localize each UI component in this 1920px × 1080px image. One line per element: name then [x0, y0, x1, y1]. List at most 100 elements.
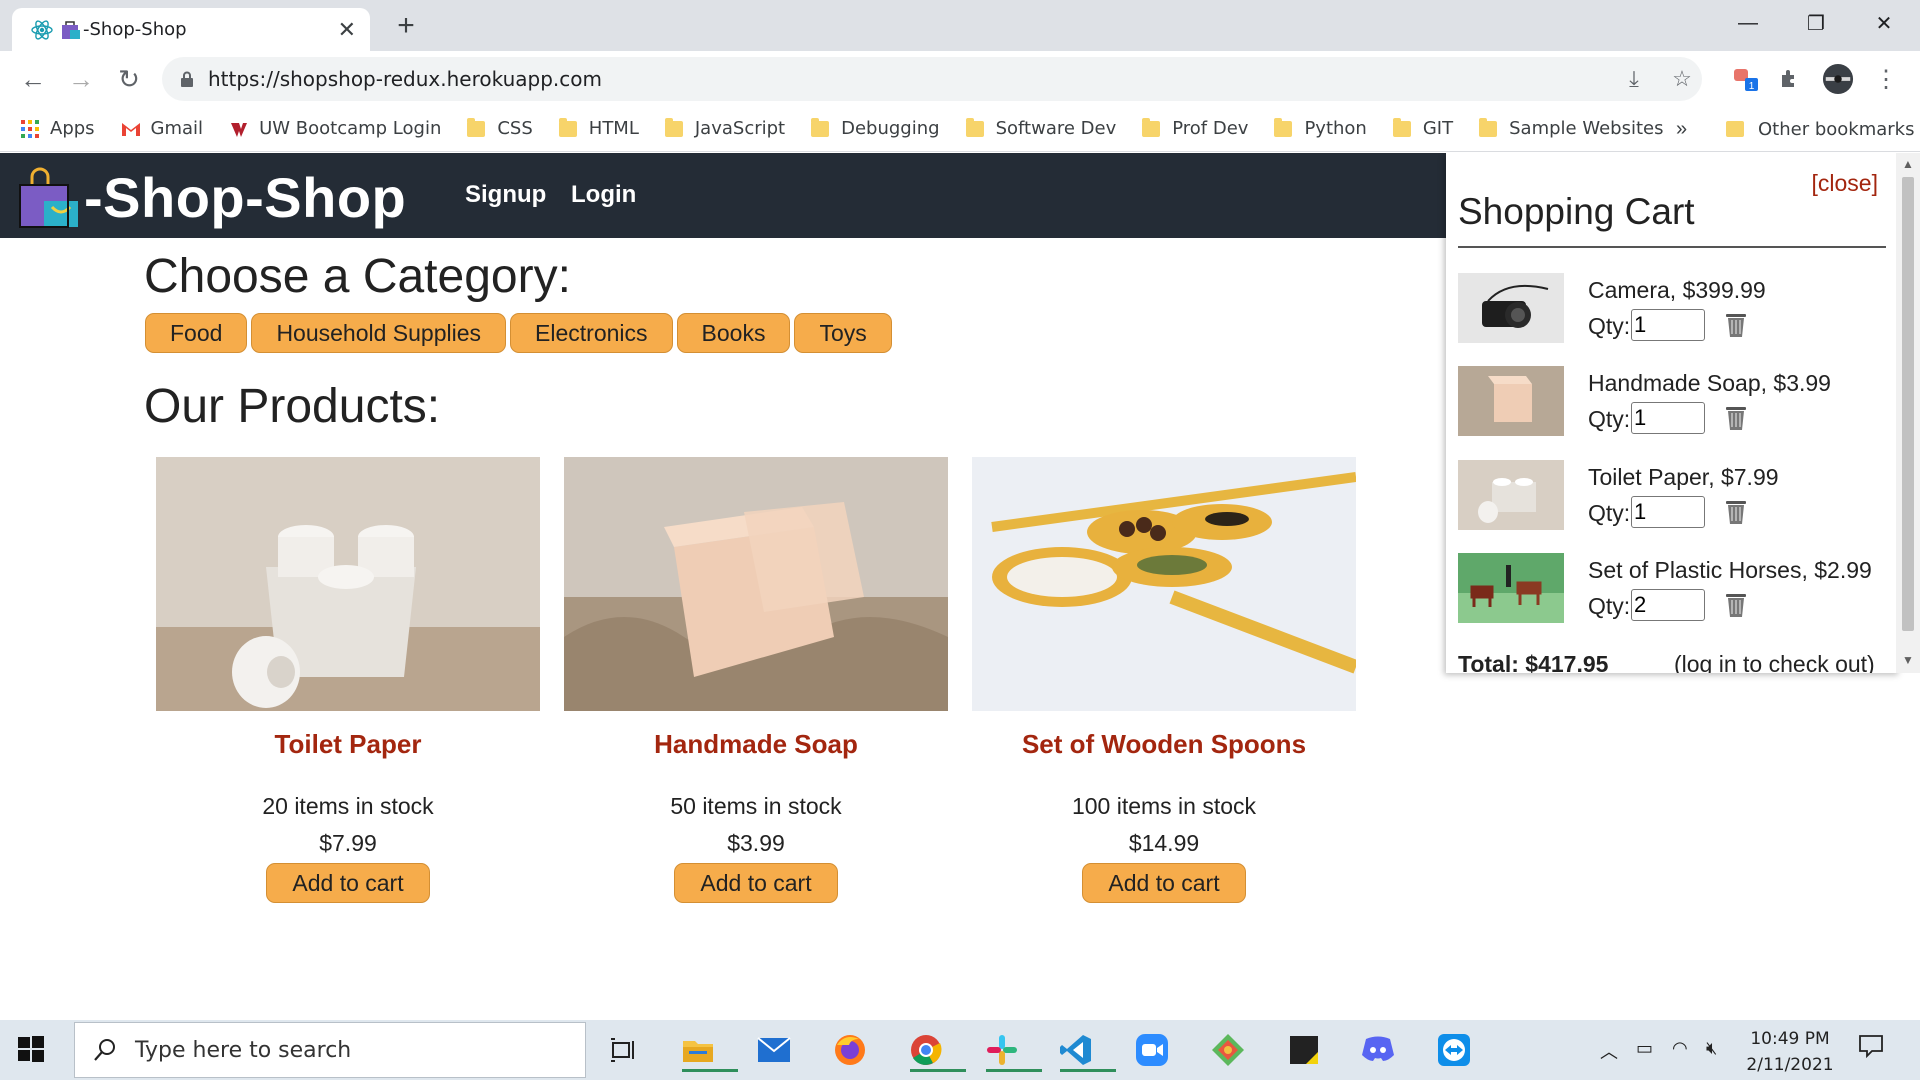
- browser-tab-active[interactable]: -Shop-Shop ✕: [12, 8, 370, 51]
- sticky-notes-icon[interactable]: [1282, 1028, 1326, 1072]
- vscode-icon[interactable]: [1054, 1028, 1116, 1072]
- qty-input[interactable]: [1631, 309, 1705, 341]
- extensions-puzzle-icon[interactable]: [1774, 63, 1806, 95]
- bookmark-folder-javascript[interactable]: JavaScript: [664, 117, 786, 139]
- bookmark-label: JavaScript: [694, 118, 786, 139]
- category-button-books[interactable]: Books: [676, 313, 791, 353]
- folder-icon: [558, 117, 577, 137]
- cart-item-name: Camera, $399.99: [1588, 277, 1766, 303]
- chrome-icon[interactable]: [904, 1028, 966, 1072]
- product-name-link[interactable]: Toilet Paper: [156, 729, 540, 765]
- product-image-handmade-soap[interactable]: [564, 457, 948, 711]
- add-to-cart-button[interactable]: Add to cart: [1082, 863, 1246, 903]
- category-button-household-supplies[interactable]: Household Supplies: [251, 313, 507, 353]
- volume-muted-icon[interactable]: 🔇︎: [1706, 1038, 1717, 1059]
- category-button-electronics[interactable]: Electronics: [510, 313, 673, 353]
- window-close-icon[interactable]: ✕: [1864, 8, 1904, 38]
- bookmark-folder-css[interactable]: CSS: [467, 117, 533, 139]
- qty-input[interactable]: [1631, 402, 1705, 434]
- search-placeholder: Type here to search: [135, 1037, 352, 1063]
- qty-label: Qty:: [1588, 500, 1631, 526]
- other-bookmarks[interactable]: Other bookmarks: [1726, 106, 1914, 152]
- address-bar[interactable]: https://shopshop-redux.herokuapp.com: [162, 57, 1702, 101]
- profile-avatar[interactable]: [1822, 63, 1854, 95]
- qty-input[interactable]: [1631, 496, 1705, 528]
- folder-icon: [965, 117, 984, 137]
- product-name-link[interactable]: Handmade Soap: [564, 729, 948, 765]
- gitkraken-icon[interactable]: [1206, 1028, 1250, 1072]
- trash-icon[interactable]: [1722, 402, 1750, 432]
- windows-start-icon[interactable]: [16, 1034, 46, 1064]
- bookmark-folder-software-dev[interactable]: Software Dev: [965, 117, 1116, 139]
- notification-center-icon[interactable]: [1858, 1034, 1884, 1063]
- add-to-cart-button[interactable]: Add to cart: [674, 863, 838, 903]
- bookmark-folder-prof-dev[interactable]: Prof Dev: [1142, 117, 1248, 139]
- category-button-food[interactable]: Food: [145, 313, 248, 353]
- bookmark-folder-sample-websites[interactable]: Sample Websites: [1479, 117, 1663, 139]
- cart-item: Camera, $399.99 Qty:: [1458, 273, 1888, 345]
- scroll-down-arrow-icon[interactable]: ▼: [1902, 653, 1914, 667]
- install-app-icon[interactable]: ⤓: [1620, 65, 1648, 93]
- bookmark-star-icon[interactable]: ☆: [1668, 65, 1696, 93]
- scrollbar-thumb[interactable]: [1902, 177, 1914, 631]
- restore-icon[interactable]: ❐: [1796, 8, 1836, 38]
- trash-icon[interactable]: [1722, 496, 1750, 526]
- zoom-icon[interactable]: [1130, 1028, 1174, 1072]
- bookmark-gmail[interactable]: Gmail: [121, 118, 204, 139]
- scroll-up-arrow-icon[interactable]: ▲: [1902, 157, 1914, 171]
- bookmark-folder-html[interactable]: HTML: [558, 117, 639, 139]
- firefox-icon[interactable]: [828, 1028, 872, 1072]
- extension-badge-icon[interactable]: 1: [1730, 63, 1762, 95]
- folder-icon: [1479, 117, 1498, 137]
- discord-icon[interactable]: [1356, 1028, 1400, 1072]
- file-explorer-icon[interactable]: [676, 1028, 738, 1072]
- chrome-menu-icon[interactable]: ⋮: [1870, 63, 1902, 95]
- add-to-cart-button[interactable]: Add to cart: [266, 863, 430, 903]
- bookmark-folder-python[interactable]: Python: [1274, 117, 1367, 139]
- forward-arrow-icon[interactable]: →: [64, 63, 98, 95]
- qty-input[interactable]: [1631, 589, 1705, 621]
- other-bookmarks-label: Other bookmarks: [1758, 118, 1915, 140]
- bookmark-folder-debugging[interactable]: Debugging: [811, 117, 940, 139]
- cart-scrollbar[interactable]: ▲ ▼: [1896, 153, 1920, 673]
- bookmark-label: Gmail: [150, 118, 204, 139]
- back-arrow-icon[interactable]: ←: [16, 63, 50, 95]
- product-card: Set of Wooden Spoons 100 items in stock …: [972, 457, 1356, 903]
- slack-icon[interactable]: [980, 1028, 1042, 1072]
- category-button-toys[interactable]: Toys: [794, 313, 892, 353]
- taskbar-search-box[interactable]: Type here to search: [74, 1022, 586, 1078]
- bookmark-folder-git[interactable]: GIT: [1392, 117, 1453, 139]
- category-heading: Choose a Category:: [144, 250, 571, 303]
- reload-icon[interactable]: ↻: [112, 63, 146, 95]
- signup-link[interactable]: Signup: [465, 181, 546, 209]
- minimize-icon[interactable]: —: [1728, 8, 1768, 38]
- battery-icon[interactable]: ▭: [1636, 1038, 1653, 1059]
- product-name-link[interactable]: Set of Wooden Spoons: [972, 729, 1356, 765]
- bookmark-apps[interactable]: Apps: [20, 118, 95, 139]
- clock-date: 2/11/2021: [1746, 1055, 1834, 1075]
- qty-label: Qty:: [1588, 313, 1631, 339]
- site-logo[interactable]: -Shop-Shop: [18, 165, 406, 230]
- more-bookmarks-chevron-icon[interactable]: »: [1676, 118, 1687, 141]
- new-tab-button[interactable]: +: [390, 9, 422, 42]
- tab-close-icon[interactable]: ✕: [338, 17, 356, 43]
- wifi-icon[interactable]: ◠: [1672, 1038, 1688, 1059]
- trash-icon[interactable]: [1722, 589, 1750, 619]
- qty-label: Qty:: [1588, 593, 1631, 619]
- teamviewer-icon[interactable]: [1432, 1028, 1476, 1072]
- show-hidden-icons-chevron-icon[interactable]: ︿: [1600, 1038, 1618, 1064]
- cart-item-thumbnail-soap: [1458, 366, 1564, 436]
- bookmark-label: HTML: [588, 118, 639, 139]
- web-page: -Shop-Shop Signup Login Choose a Categor…: [0, 153, 1920, 1019]
- taskbar-clock[interactable]: 10:49 PM 2/11/2021: [1730, 1026, 1850, 1078]
- cart-close-link[interactable]: [close]: [1812, 170, 1878, 197]
- login-link[interactable]: Login: [571, 181, 636, 209]
- task-view-icon[interactable]: [602, 1028, 646, 1072]
- cart-title: Shopping Cart: [1458, 191, 1695, 232]
- windows-taskbar: Type here to search ︿ ▭ ◠ 🔇︎ 10:49 PM 2/…: [0, 1020, 1920, 1080]
- trash-icon[interactable]: [1722, 309, 1750, 339]
- product-image-wooden-spoons[interactable]: [972, 457, 1356, 711]
- product-image-toilet-paper[interactable]: [156, 457, 540, 711]
- bookmark-uw-bootcamp[interactable]: UW Bootcamp Login: [229, 118, 441, 139]
- mail-icon[interactable]: [752, 1028, 796, 1072]
